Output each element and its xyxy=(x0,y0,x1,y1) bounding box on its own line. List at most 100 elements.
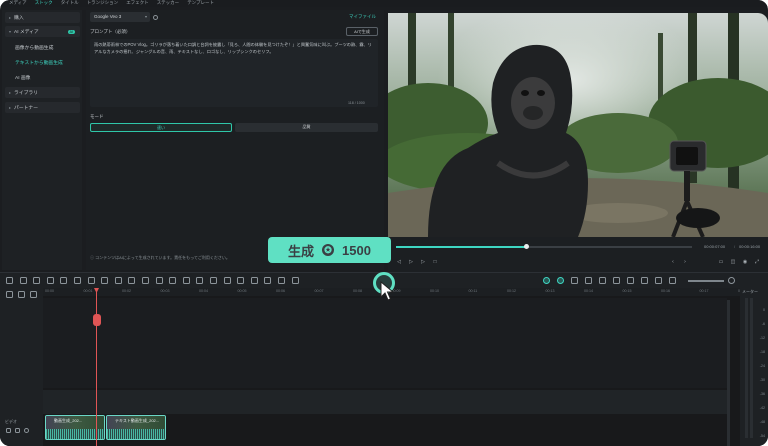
zoom-out-icon[interactable] xyxy=(669,277,676,284)
display-icon[interactable]: ▭ xyxy=(718,259,724,265)
tab-media[interactable]: メディア xyxy=(9,0,27,7)
info-icon[interactable] xyxy=(153,15,158,20)
cut-icon[interactable] xyxy=(74,277,81,284)
audio-icon[interactable]: ◉ xyxy=(742,259,748,265)
prev-frame-icon[interactable]: ◁ xyxy=(396,259,402,265)
ai-generate-button[interactable]: AIで生成 xyxy=(346,27,378,36)
render-icon[interactable] xyxy=(557,277,564,284)
mode-fast-button[interactable]: 速い xyxy=(90,123,232,132)
audio-icon[interactable] xyxy=(210,277,217,284)
lock-icon[interactable] xyxy=(6,428,11,433)
zoom-in-icon[interactable] xyxy=(728,277,735,284)
empty-track[interactable] xyxy=(43,390,727,414)
sidebar-item-ai-image[interactable]: AI 画像 xyxy=(5,72,80,83)
layer-icon[interactable] xyxy=(30,291,37,298)
marker-icon[interactable] xyxy=(585,277,592,284)
undo-icon[interactable] xyxy=(33,277,41,284)
sidebar-item-ai-media[interactable]: ▾ AI メディア AI xyxy=(5,26,80,37)
playhead-line[interactable] xyxy=(96,288,97,446)
audio-waveform xyxy=(107,429,165,439)
sidebar-item-image-to-video[interactable]: 画像から動画生成 xyxy=(5,42,80,53)
tab-titles[interactable]: タイトル xyxy=(61,0,79,7)
speed-icon[interactable] xyxy=(182,277,190,284)
generate-label: 生成 xyxy=(288,243,315,259)
mode-quality-button[interactable]: 品質 xyxy=(235,123,378,132)
prompt-textarea[interactable]: 雨の熱帯雨林でのPOV Vlog。ゴリラが落ち着いた口調と台詞を披露し「見ろ、人… xyxy=(90,39,378,107)
char-counter: 118 / 1000 xyxy=(348,101,365,105)
freeze-icon[interactable] xyxy=(142,277,149,284)
tab-stock[interactable]: ストック xyxy=(35,0,53,7)
snapshot-icon[interactable] xyxy=(571,277,578,284)
link-icon[interactable] xyxy=(18,291,25,298)
stop-icon[interactable]: □ xyxy=(432,259,438,265)
ruler-tick-label: 00:08 xyxy=(353,289,362,293)
crop-icon[interactable] xyxy=(87,277,95,284)
audio-mix-icon[interactable] xyxy=(655,277,662,284)
ruler-tick-label: 00:12 xyxy=(507,289,516,293)
mask-icon[interactable] xyxy=(169,277,177,284)
sidebar-item-purchase[interactable]: ▸ 購入 xyxy=(5,12,80,23)
tab-effects[interactable]: エフェクト xyxy=(126,0,149,7)
transform-icon[interactable] xyxy=(291,277,299,284)
ai-badge: AI xyxy=(67,29,75,34)
zoom-slider[interactable] xyxy=(688,280,724,282)
eye-icon[interactable] xyxy=(24,428,29,433)
track-header-panel: ビデオ xyxy=(0,288,43,446)
mic-icon[interactable] xyxy=(613,277,620,284)
timeline-clip-2[interactable]: テキスト動画生成_202... xyxy=(106,415,166,440)
detach-icon[interactable] xyxy=(278,277,285,284)
sidebar-item-partner[interactable]: ▸ パートナー xyxy=(5,102,80,113)
ruler-tick-label: 00:00 xyxy=(45,289,54,293)
motion-icon[interactable] xyxy=(223,277,231,284)
color-icon[interactable] xyxy=(155,277,163,284)
timeline-scrollbar[interactable] xyxy=(727,300,730,446)
ruler-tick-label: 00:04 xyxy=(199,289,208,293)
video-track-area[interactable] xyxy=(43,298,727,388)
sidebar-item-label: テキストから動画生成 xyxy=(15,61,63,66)
ruler-tick-label: 00:10 xyxy=(430,289,439,293)
model-select[interactable]: Google Veo 3 ▾ xyxy=(90,12,150,22)
image-icon[interactable] xyxy=(128,277,136,284)
grid-icon[interactable] xyxy=(6,277,13,284)
split-icon[interactable] xyxy=(114,277,122,284)
clip-title: テキスト動画生成_202... xyxy=(115,418,160,423)
shield-icon[interactable] xyxy=(599,277,606,284)
keyframe-icon[interactable] xyxy=(237,277,245,284)
zoom-icon[interactable] xyxy=(196,277,204,284)
playback-progress[interactable] xyxy=(396,244,692,249)
progress-knob[interactable] xyxy=(523,244,529,249)
my-files-link[interactable]: マイファイル xyxy=(349,14,376,20)
fullscreen-icon[interactable]: ⤢ xyxy=(754,259,760,265)
chevron-right-icon[interactable]: › xyxy=(682,259,688,265)
redo-icon[interactable] xyxy=(46,277,54,284)
ruler-tick-label: 00:13 xyxy=(545,289,555,293)
chevron-right-icon: ▸ xyxy=(9,90,12,95)
tab-transitions[interactable]: トランジション xyxy=(87,0,119,7)
ai-copilot-icon[interactable] xyxy=(543,277,550,284)
snapshot-icon[interactable]: ◫ xyxy=(730,259,736,265)
delete-icon[interactable] xyxy=(60,277,68,284)
playhead-handle[interactable] xyxy=(93,314,101,326)
text-icon[interactable] xyxy=(101,277,109,284)
tab-templates[interactable]: テンプレート xyxy=(187,0,214,7)
record-icon[interactable] xyxy=(264,277,272,284)
screen-icon[interactable] xyxy=(641,277,648,284)
play-icon[interactable]: ▷ xyxy=(408,259,414,265)
sidebar-item-library[interactable]: ▸ ライブラリ xyxy=(5,87,80,98)
ruler-tick-label: 00:11 xyxy=(468,289,478,293)
add-track-icon[interactable] xyxy=(6,291,13,298)
chevron-left-icon[interactable]: ‹ xyxy=(670,259,676,265)
voiceover-icon[interactable] xyxy=(627,277,634,284)
next-frame-icon[interactable]: ▷ xyxy=(420,259,426,265)
model-select-value: Google Veo 3 xyxy=(94,14,122,19)
video-preview[interactable] xyxy=(388,13,768,237)
ruler-tick-label: 00:06 xyxy=(276,289,285,293)
select-icon[interactable] xyxy=(19,277,27,284)
sidebar-item-text-to-video[interactable]: テキストから動画生成 xyxy=(5,57,80,68)
stabilize-icon[interactable] xyxy=(250,277,258,284)
meter-bar-right xyxy=(750,298,753,438)
mute-icon[interactable] xyxy=(15,428,20,433)
total-time: 00:00:16:00 xyxy=(739,244,761,249)
tab-stickers[interactable]: ステッカー xyxy=(157,0,180,7)
generate-cost-badge[interactable]: 生成 ✪ 1500 xyxy=(268,237,391,263)
